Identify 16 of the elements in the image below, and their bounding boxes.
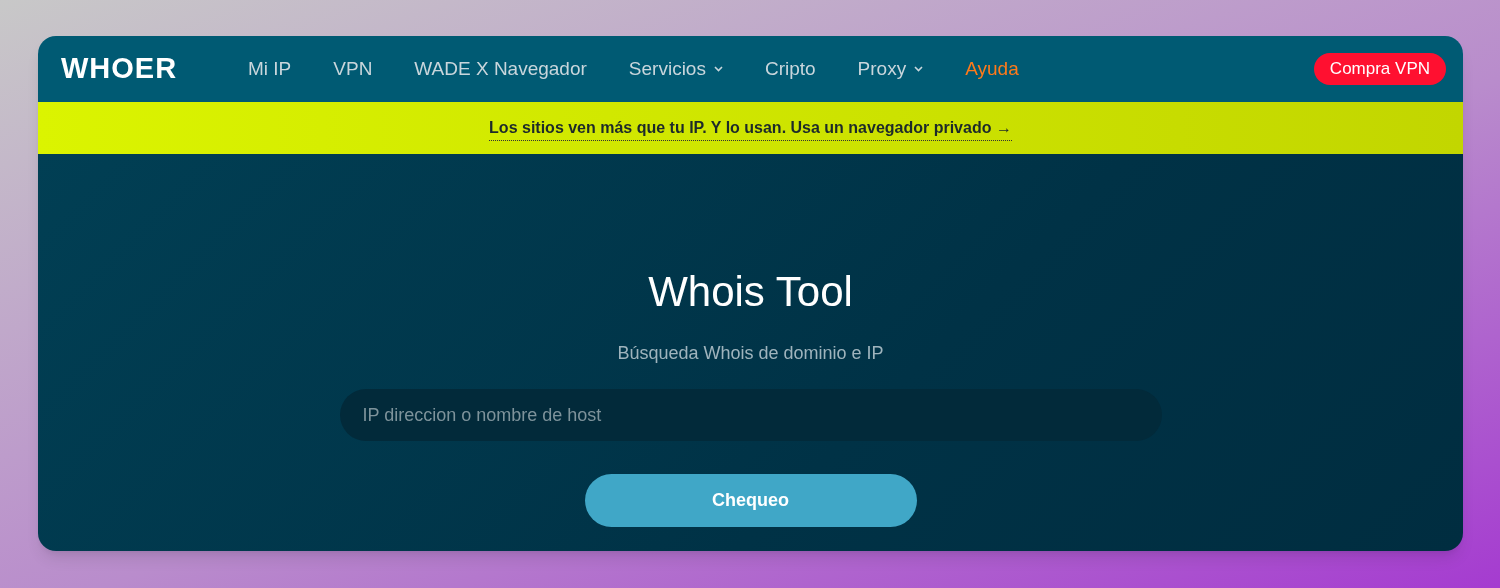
banner-link[interactable]: Los sitios ven más que tu IP. Y lo usan. Usa un navegador privado → [489,115,1012,141]
subtitle: Búsqueda Whois de dominio e IP [617,342,884,365]
check-button[interactable]: Chequeo [584,474,917,527]
search-field[interactable]: IP direccion o nombre de host [339,389,1162,441]
nav-link[interactable]: Proxy [857,54,924,84]
nav-link[interactable]: Cripto [764,54,816,84]
nav-link[interactable]: WADE X Navegador [414,54,587,84]
page-title: Whois Tool [648,267,853,317]
nav-link[interactable]: Servicios [628,54,723,84]
logo[interactable]: WHOER [61,47,248,91]
nav-link[interactable]: VPN [333,54,373,84]
nav-link[interactable]: Mi IP [248,54,292,84]
nav-link[interactable]: Ayuda [965,54,1019,84]
chevron-down-icon [914,66,924,72]
chevron-down-icon [713,66,723,72]
buy-vpn-button[interactable]: Compra VPN [1313,53,1446,85]
